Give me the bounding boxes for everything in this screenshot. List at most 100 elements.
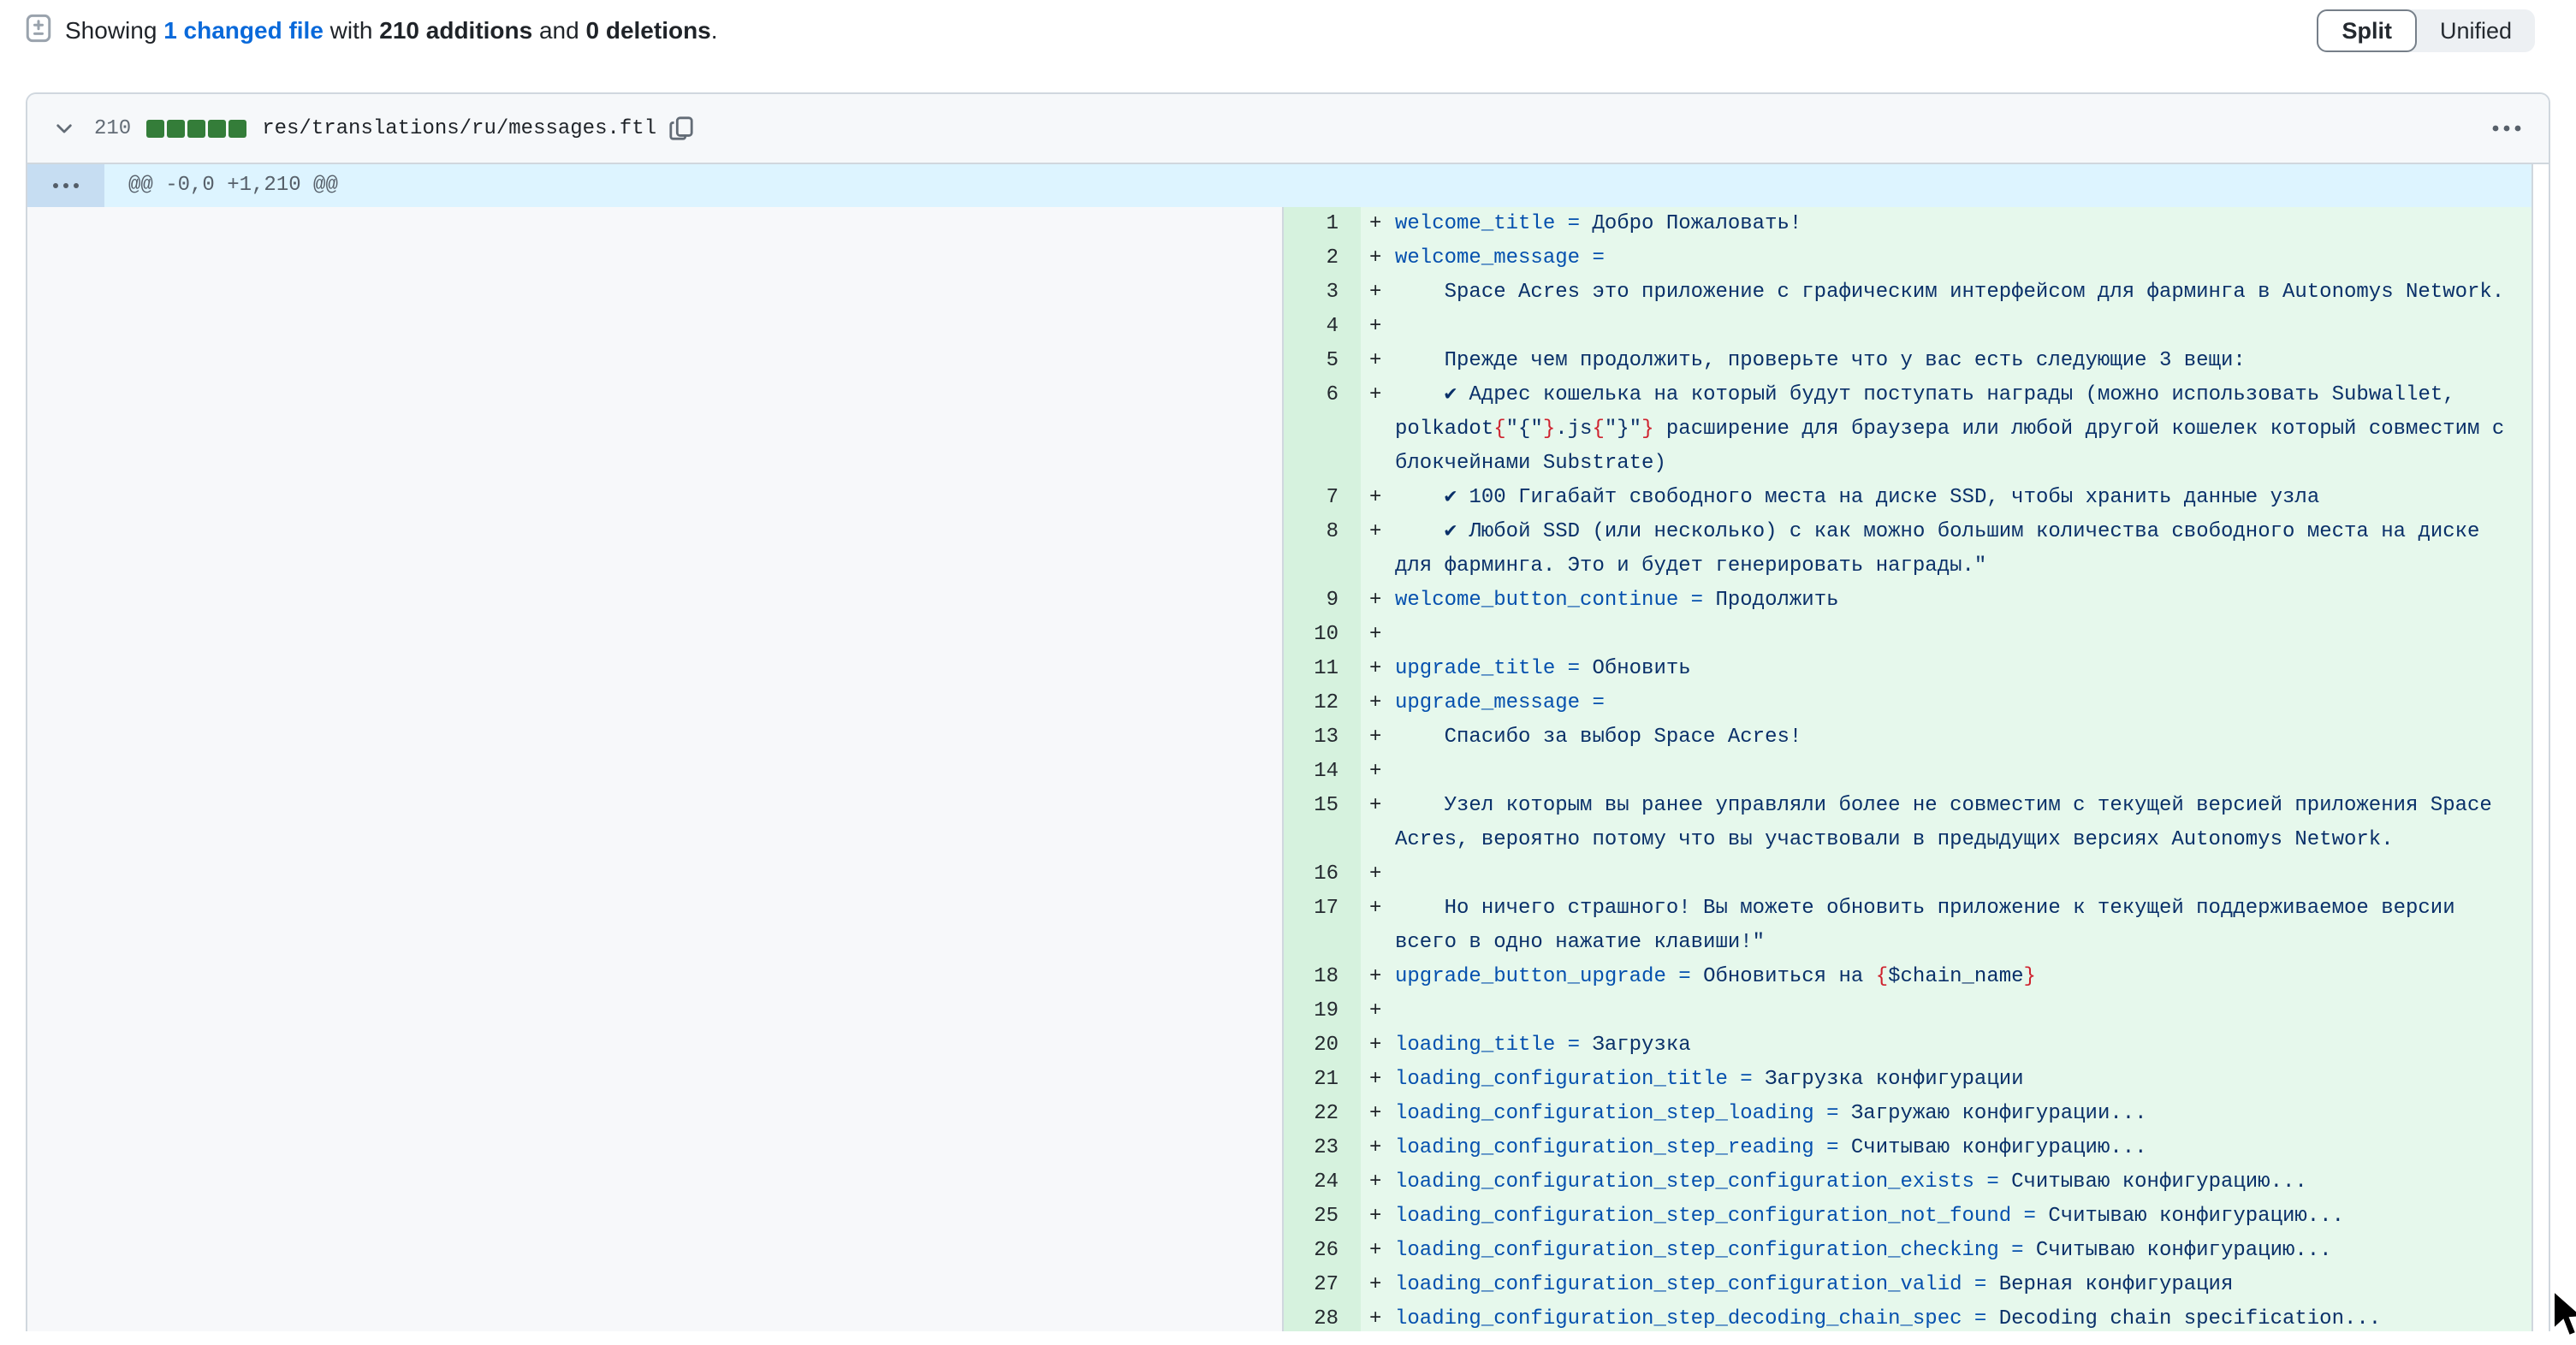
line-number-continuation	[1284, 823, 1361, 857]
diff-line-row: 26+loading_configuration_step_configurat…	[1284, 1234, 2531, 1268]
addition-marker: +	[1369, 310, 1395, 344]
code-token: блокчейнами Substrate)	[1395, 452, 1666, 475]
line-number[interactable]: 25	[1284, 1200, 1361, 1234]
code-line: +	[1361, 857, 2531, 892]
code-line: + Но ничего страшного! Вы можете обновит…	[1361, 892, 2531, 926]
hunk-header-row: @@ -0,0 +1,210 @@	[27, 164, 2531, 207]
code-token: loading_configuration_title =	[1395, 1068, 1765, 1091]
line-number-continuation	[1284, 412, 1361, 447]
changed-files-link[interactable]: 1 changed file	[163, 17, 323, 44]
code-token: welcome_button_continue =	[1395, 589, 1715, 612]
diff-line-row: 19+	[1284, 994, 2531, 1028]
line-number[interactable]: 6	[1284, 378, 1361, 412]
code-token: Считываю конфигурацию...	[2048, 1205, 2344, 1228]
diffstat-addition-block	[167, 120, 185, 138]
code-line: +upgrade_message =	[1361, 686, 2531, 720]
line-number[interactable]: 23	[1284, 1131, 1361, 1165]
addition-marker: +	[1369, 1097, 1395, 1131]
unified-view-button[interactable]: Unified	[2417, 9, 2535, 52]
line-number[interactable]: 12	[1284, 686, 1361, 720]
line-number[interactable]: 10	[1284, 618, 1361, 652]
line-number[interactable]: 14	[1284, 755, 1361, 789]
line-number[interactable]: 13	[1284, 720, 1361, 755]
line-number[interactable]: 3	[1284, 276, 1361, 310]
chevron-down-icon[interactable]	[53, 117, 75, 139]
code-line: + ✔ Любой SSD (или несколько) с как можн…	[1361, 515, 2531, 549]
code-line: +upgrade_button_upgrade = Обновиться на …	[1361, 960, 2531, 994]
code-token: ✔ Адрес кошелька на который будут поступ…	[1395, 383, 2455, 406]
code-token: Загрузка	[1592, 1034, 1690, 1057]
line-number[interactable]: 24	[1284, 1165, 1361, 1200]
code-token: ✔ 100 Гигабайт свободного места на диске…	[1395, 486, 2319, 509]
line-number[interactable]: 18	[1284, 960, 1361, 994]
code-token: Обновиться на	[1703, 965, 1876, 988]
addition-marker: +	[1369, 1268, 1395, 1302]
copy-icon[interactable]	[668, 116, 694, 141]
line-number[interactable]: 4	[1284, 310, 1361, 344]
addition-marker: +	[1369, 276, 1395, 310]
code-line: + ✔ Адрес кошелька на который будут пост…	[1361, 378, 2531, 412]
line-number-continuation	[1284, 549, 1361, 584]
line-number[interactable]: 9	[1284, 584, 1361, 618]
diff-line-row: 21+loading_configuration_title = Загрузк…	[1284, 1063, 2531, 1097]
diff-line-row: 5+ Прежде чем продолжить, проверьте что …	[1284, 344, 2531, 378]
code-line: +	[1361, 994, 2531, 1028]
code-token: расширение для браузера или любой другой…	[1654, 418, 2505, 441]
line-number[interactable]: 15	[1284, 789, 1361, 823]
line-number[interactable]: 28	[1284, 1302, 1361, 1331]
line-number[interactable]: 20	[1284, 1028, 1361, 1063]
line-number[interactable]: 19	[1284, 994, 1361, 1028]
code-token: ✔ Любой SSD (или несколько) с как можно …	[1395, 520, 2479, 543]
split-view-button[interactable]: Split	[2317, 9, 2417, 52]
diff-line-row: Acres, вероятно потому что вы участвовал…	[1284, 823, 2531, 857]
diff-line-row: 16+	[1284, 857, 2531, 892]
code-token: Считываю конфигурацию...	[2036, 1239, 2332, 1262]
code-line: Acres, вероятно потому что вы участвовал…	[1361, 823, 2531, 857]
summary-with: with	[323, 17, 379, 44]
diff-line-row: 8+ ✔ Любой SSD (или несколько) с как мож…	[1284, 515, 2531, 549]
code-line: +upgrade_title = Обновить	[1361, 652, 2531, 686]
hunk-header-text: @@ -0,0 +1,210 @@	[104, 164, 338, 207]
line-number[interactable]: 5	[1284, 344, 1361, 378]
line-number[interactable]: 11	[1284, 652, 1361, 686]
diff-line-row: 6+ ✔ Адрес кошелька на который будут пос…	[1284, 378, 2531, 412]
code-token: Узел которым вы ранее управляли более не…	[1395, 794, 2492, 817]
diff-line-row: 13+ Спасибо за выбор Space Acres!	[1284, 720, 2531, 755]
code-line: всего в одно нажатие клавиши!"	[1361, 926, 2531, 960]
summary-and: and	[532, 17, 585, 44]
diff-line-row: 12+upgrade_message =	[1284, 686, 2531, 720]
diff-line-row: polkadot{"{"}.js{"}"} расширение для бра…	[1284, 412, 2531, 447]
code-token: loading_configuration_step_configuration…	[1395, 1273, 1999, 1296]
diff-line-row: 20+loading_title = Загрузка	[1284, 1028, 2531, 1063]
line-number[interactable]: 7	[1284, 481, 1361, 515]
diff-line-row: 23+loading_configuration_step_reading = …	[1284, 1131, 2531, 1165]
addition-marker: +	[1369, 755, 1395, 789]
diff-view-toggle: Split Unified	[2317, 9, 2535, 52]
hunk-expand-button[interactable]	[27, 164, 104, 207]
code-token: upgrade_button_upgrade =	[1395, 965, 1703, 988]
code-token: {	[1493, 418, 1505, 441]
line-number[interactable]: 8	[1284, 515, 1361, 549]
diffstat-blocks	[146, 120, 246, 138]
addition-marker: +	[1369, 720, 1395, 755]
code-token: loading_configuration_step_reading =	[1395, 1136, 1851, 1159]
line-number[interactable]: 17	[1284, 892, 1361, 926]
line-number[interactable]: 26	[1284, 1234, 1361, 1268]
line-number[interactable]: 16	[1284, 857, 1361, 892]
code-line: +	[1361, 755, 2531, 789]
addition-marker: +	[1369, 686, 1395, 720]
diff-line-row: 17+ Но ничего страшного! Вы можете обнов…	[1284, 892, 2531, 926]
diff-line-row: 15+ Узел которым вы ранее управляли боле…	[1284, 789, 2531, 823]
line-number[interactable]: 22	[1284, 1097, 1361, 1131]
addition-marker: +	[1369, 1063, 1395, 1097]
line-number[interactable]: 27	[1284, 1268, 1361, 1302]
line-number-continuation	[1284, 447, 1361, 481]
addition-marker: +	[1369, 481, 1395, 515]
line-number[interactable]: 21	[1284, 1063, 1361, 1097]
kebab-horizontal-icon[interactable]	[2490, 122, 2523, 134]
diff-line-row: 28+loading_configuration_step_decoding_c…	[1284, 1302, 2531, 1331]
diff-line-row: всего в одно нажатие клавиши!"	[1284, 926, 2531, 960]
code-token: Добро Пожаловать!	[1592, 212, 1801, 235]
line-number[interactable]: 1	[1284, 207, 1361, 241]
line-number[interactable]: 2	[1284, 241, 1361, 276]
